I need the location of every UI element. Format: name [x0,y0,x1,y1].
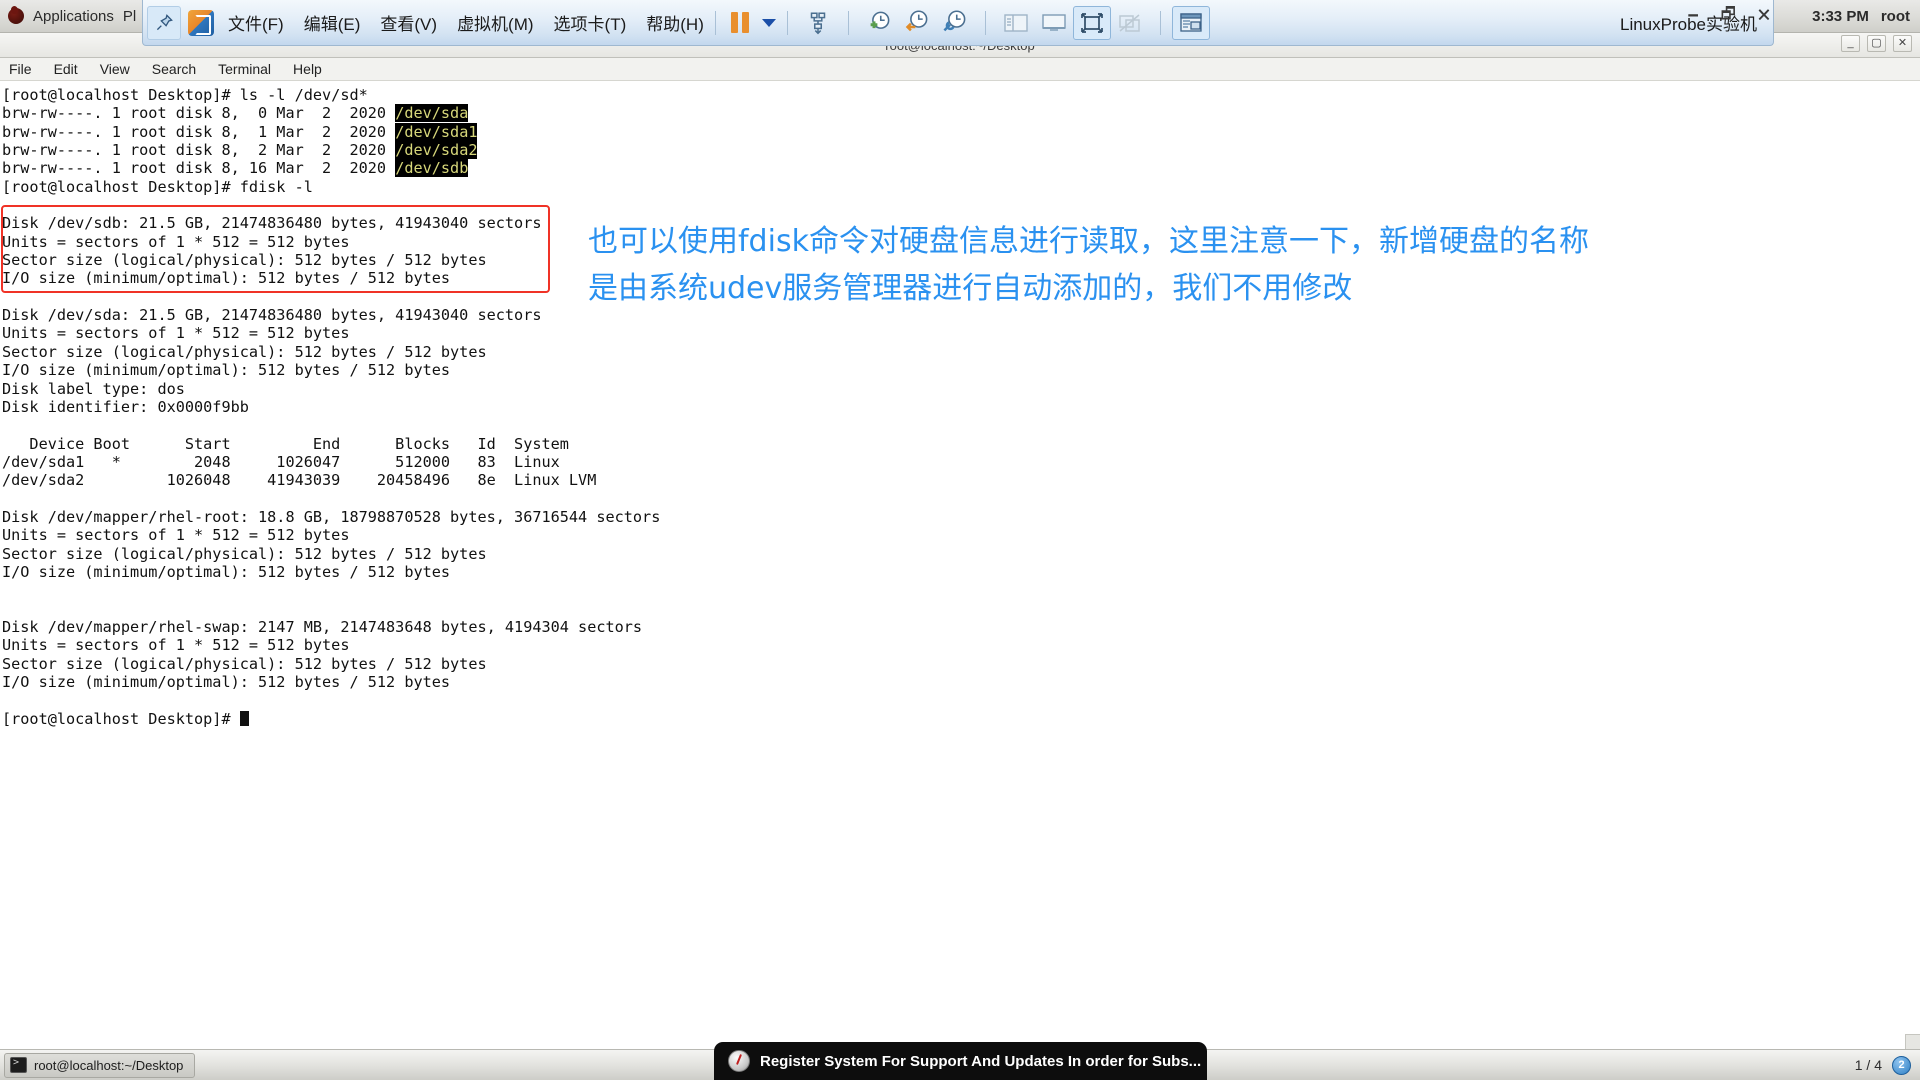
terminal-menu-search[interactable]: Search [152,61,196,77]
terminal-output-line: Units = sectors of 1 * 512 = 512 bytes [2,636,350,655]
terminal-device-line: brw-rw----. 1 root disk 8, 2 Mar 2 2020 … [2,141,1920,160]
minimize-icon[interactable]: 🗕 [1687,3,1698,30]
workspace-switcher[interactable]: 2 [1892,1055,1911,1075]
vmware-window-controls: 🗕 🗗 🗙 [1687,0,1770,33]
terminal-prompt-line: [root@localhost Desktop]# [2,710,1920,728]
terminal-output-line: /dev/sda2 1026048 41943039 20458496 8e L… [2,471,597,490]
terminal-output-line: Disk /dev/mapper/rhel-swap: 2147 MB, 214… [2,617,643,636]
menu-view[interactable]: 查看(V) [380,10,437,35]
toolbar-separator-3 [847,10,849,35]
pin-icon[interactable] [147,5,181,40]
terminal-output-line: I/O size (minimum/optimal): 512 bytes / … [2,673,451,691]
terminal-menu-file[interactable]: File [9,61,32,77]
annotation-text: 也可以使用fdisk命令对硬盘信息进行读取，这里注意一下，新增硬盘的名称 是由系… [588,218,1818,312]
terminal-output-line: Disk /dev/mapper/rhel-root: 18.8 GB, 187… [2,507,661,526]
terminal-output-line: Disk identifier: 0x0000f9bb [2,397,249,416]
close-button[interactable]: ✕ [1893,35,1912,52]
terminal-output-line: Device Boot Start End Blocks Id System [2,434,569,453]
annotation-line-1: 也可以使用fdisk命令对硬盘信息进行读取，这里注意一下，新增硬盘的名称 [588,224,1589,259]
show-library-icon[interactable] [997,6,1035,40]
device-line-meta: brw-rw----. 1 root disk 8, 1 Mar 2 2020 [2,122,396,141]
applications-menu[interactable]: Applications [33,8,114,25]
page-indicator: 1 / 4 [1854,1057,1882,1073]
taskbar-window-button[interactable]: root@localhost:~/Desktop [4,1052,196,1078]
terminal-command-line: [root@localhost Desktop]# ls -l /dev/sd* [2,86,368,104]
panel-clock[interactable]: 3:33 PM [1812,8,1869,25]
dropdown-caret-icon[interactable] [761,18,776,27]
notification-banner[interactable]: Register System For Support And Updates … [714,1042,1207,1080]
vmware-window-bar: 文件(F) 编辑(E) 查看(V) 虚拟机(M) 选项卡(T) 帮助(H) Li… [142,0,1774,46]
terminal-device-line: brw-rw----. 1 root disk 8, 16 Mar 2 2020… [2,159,1920,178]
device-line-meta: brw-rw----. 1 root disk 8, 0 Mar 2 2020 [2,104,396,123]
terminal-device-line: brw-rw----. 1 root disk 8, 0 Mar 2 2020 … [2,104,1920,123]
prompt-text: [root@localhost Desktop]# [2,709,240,728]
toolbar-separator-4 [984,10,986,35]
places-menu[interactable]: Pl [123,8,136,25]
pause-icon[interactable] [730,12,749,33]
notification-text: Register System For Support And Updates … [760,1052,1202,1070]
menu-help[interactable]: 帮助(H) [646,10,704,35]
terminal-menubar: File Edit View Search Terminal Help [0,58,1920,81]
terminal-device-line: brw-rw----. 1 root disk 8, 1 Mar 2 2020 … [2,122,1920,141]
terminal-output-line: Disk label type: dos [2,379,185,398]
toolbar-separator-2 [786,10,788,35]
device-line-meta: brw-rw----. 1 root disk 8, 16 Mar 2 2020 [2,159,396,178]
terminal-icon [10,1057,27,1073]
toolbar-separator-5 [1159,10,1161,35]
terminal-output-line: Sector size (logical/physical): 512 byte… [2,654,487,673]
toolbar-separator-1 [714,10,716,35]
terminal-output-line: /dev/sda1 * 2048 1026047 512000 83 Linux [2,452,560,471]
snapshot-manager-icon[interactable] [936,6,974,40]
subscription-warning-icon [728,1050,750,1072]
menu-file[interactable]: 文件(F) [228,10,284,35]
terminal-cursor [239,710,249,726]
device-name-highlight: /dev/sdb [395,159,469,178]
annotation-line-2: 是由系统udev服务管理器进行自动添加的，我们不用修改 [588,271,1353,306]
terminal-output-line: Sector size (logical/physical): 512 byte… [2,544,487,563]
snapshot-revert-icon[interactable] [898,6,936,40]
terminal-command-line: [root@localhost Desktop]# fdisk -l [2,177,313,196]
menu-tabs[interactable]: 选项卡(T) [554,10,627,35]
vmware-menubar: 文件(F) 编辑(E) 查看(V) 虚拟机(M) 选项卡(T) 帮助(H) [228,10,704,35]
maximize-button[interactable]: ▢ [1867,35,1886,52]
scroll-corner [1905,1034,1920,1049]
full-screen-icon[interactable] [1072,5,1111,40]
show-console-view-icon[interactable] [1035,6,1073,40]
terminal-menu-view[interactable]: View [100,61,130,77]
restore-icon[interactable]: 🗗 [1721,3,1736,30]
device-line-meta: brw-rw----. 1 root disk 8, 2 Mar 2 2020 [2,141,396,160]
terminal-output-line: I/O size (minimum/optimal): 512 bytes / … [2,562,451,581]
terminal-menu-edit[interactable]: Edit [54,61,78,77]
snapshot-add-icon[interactable] [860,6,898,40]
terminal-output-line: Sector size (logical/physical): 512 byte… [2,342,487,361]
terminal-output-line: I/O size (minimum/optimal): 512 bytes / … [2,361,451,380]
show-thumbnails-icon[interactable] [1171,5,1210,40]
device-name-highlight: /dev/sda [395,104,469,123]
device-name-highlight: /dev/sda2 [395,141,478,160]
minimize-button[interactable]: _ [1841,35,1860,52]
terminal-menu-help[interactable]: Help [293,61,322,77]
terminal-output-line: Units = sectors of 1 * 512 = 512 bytes [2,324,350,343]
terminal-window-buttons: _ ▢ ✕ [1841,35,1912,52]
unity-mode-icon[interactable] [1111,6,1149,40]
menu-edit[interactable]: 编辑(E) [304,10,361,35]
device-name-highlight: /dev/sda1 [395,122,478,141]
vmware-app-icon [188,9,214,36]
close-icon[interactable]: 🗙 [1758,3,1770,30]
panel-user[interactable]: root [1881,8,1910,25]
menu-vm[interactable]: 虚拟机(M) [457,10,533,35]
send-ctrl-alt-del-icon[interactable] [799,6,837,40]
terminal-output-line: Units = sectors of 1 * 512 = 512 bytes [2,526,350,545]
taskbar-window-label: root@localhost:~/Desktop [34,1057,184,1073]
fedora-logo-icon [8,8,24,24]
terminal-menu-terminal[interactable]: Terminal [218,61,271,77]
